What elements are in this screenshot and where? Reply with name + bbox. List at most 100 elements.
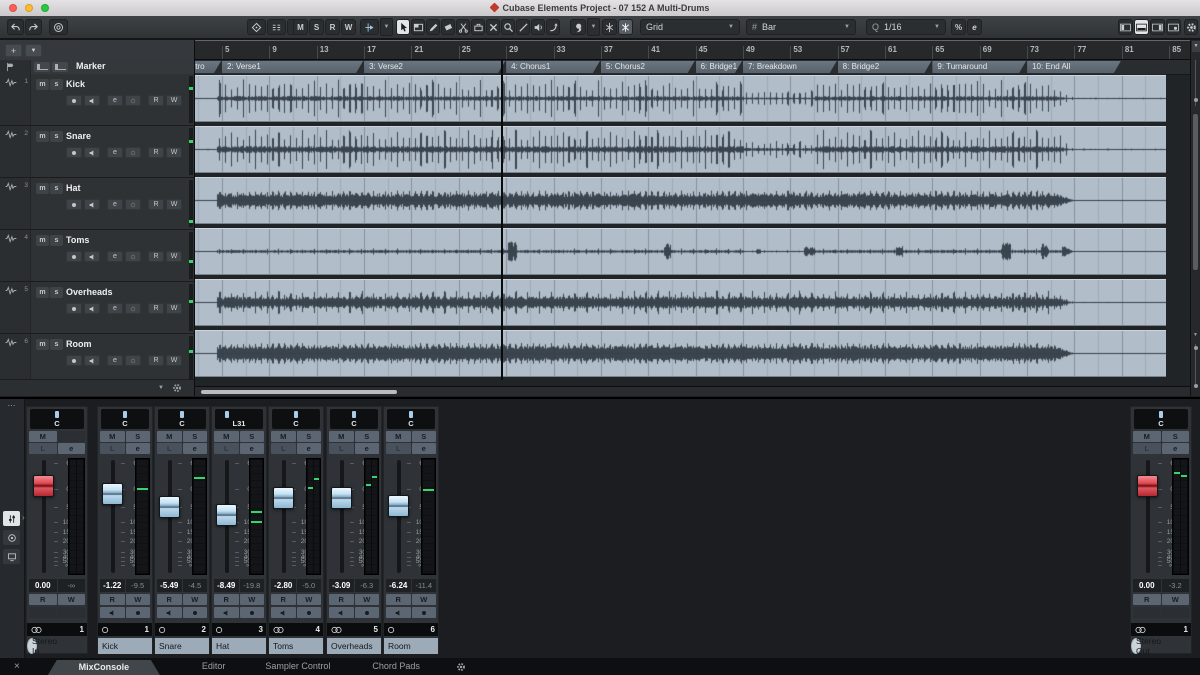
edit-channel-button[interactable]: e (107, 199, 123, 210)
color-tool-button[interactable] (570, 19, 586, 35)
pan-control[interactable]: C (387, 409, 435, 429)
fader-db-value[interactable]: -3.09 (329, 579, 354, 592)
channel-mute-button[interactable]: M (29, 431, 57, 442)
write-automation-button[interactable]: W (166, 355, 182, 366)
channel-name[interactable]: Room (384, 638, 438, 654)
record-enable-button[interactable] (182, 607, 207, 618)
select-tool-button[interactable] (396, 19, 410, 35)
feedback-tool-button[interactable] (546, 19, 560, 35)
track-name[interactable]: Kick (66, 79, 85, 89)
write-automation-button[interactable]: W (166, 147, 182, 158)
freeze-button[interactable] (125, 251, 141, 262)
auto-scroll-options-button[interactable]: ▼ (380, 18, 393, 36)
monitor-button[interactable] (84, 355, 100, 366)
monitor-button[interactable] (84, 147, 100, 158)
color-tool-options-button[interactable]: ▼ (587, 18, 600, 36)
volume-fader-handle[interactable] (159, 496, 180, 519)
channel-solo-button[interactable]: S (411, 431, 436, 442)
monitor-button[interactable] (157, 607, 182, 618)
waveform-zoom-slider[interactable] (1195, 344, 1196, 388)
pan-control[interactable]: C (1134, 409, 1188, 429)
pan-control[interactable]: C (158, 409, 206, 429)
track-mute-button[interactable]: m (36, 235, 49, 246)
channel-mute-button[interactable]: M (214, 431, 239, 442)
read-automation-button[interactable]: R (271, 594, 296, 605)
track-mute-button[interactable]: m (36, 79, 49, 90)
volume-fader-handle[interactable] (331, 486, 352, 509)
record-enable-button[interactable] (411, 607, 436, 618)
edit-channel-button[interactable]: e (1161, 443, 1189, 454)
freeze-button[interactable] (125, 303, 141, 314)
fader-db-value[interactable]: -1.22 (100, 579, 125, 592)
write-automation-button[interactable]: W (182, 594, 207, 605)
edit-channel-button[interactable]: e (411, 443, 436, 454)
track-solo-button[interactable]: s (50, 131, 63, 142)
monitor-button[interactable] (386, 607, 411, 618)
volume-fader-handle[interactable] (102, 483, 123, 506)
listen-button[interactable]: L (29, 443, 57, 454)
monitor-button[interactable] (329, 607, 354, 618)
marker-chip[interactable]: 5: Chorus2 (601, 61, 695, 73)
fader-db-value[interactable]: -8.49 (214, 579, 239, 592)
record-enable-button[interactable] (125, 607, 150, 618)
mixconsole-menu-button[interactable]: ⋯ (0, 401, 24, 410)
listen-button[interactable]: L (386, 443, 411, 454)
channel-name[interactable]: Toms (269, 638, 323, 654)
undo-button[interactable] (7, 19, 24, 35)
tab-editor[interactable]: Editor (202, 658, 226, 675)
channel-solo-button[interactable]: S (239, 431, 264, 442)
read-automation-button[interactable]: R (100, 594, 125, 605)
write-automation-button[interactable]: W (296, 594, 321, 605)
peak-db-value[interactable]: -11.4 (411, 579, 436, 592)
pan-control[interactable]: C (30, 409, 84, 429)
edit-channel-button[interactable]: e (107, 95, 123, 106)
horizontal-scrollbar-handle[interactable] (201, 390, 397, 394)
monitor-button[interactable] (84, 95, 100, 106)
channel-solo-button[interactable]: S (1161, 431, 1189, 442)
write-automation-button[interactable]: W (57, 594, 85, 605)
channel-mute-button[interactable]: M (271, 431, 296, 442)
monitor-button[interactable] (214, 607, 239, 618)
channel-name[interactable]: Stereo In (27, 636, 57, 656)
lower-zone-toggle-button[interactable] (1134, 19, 1149, 35)
rail-monitor-view-button[interactable] (3, 549, 20, 564)
add-marker-button[interactable] (34, 62, 50, 72)
write-automation-button[interactable]: W (166, 95, 182, 106)
left-zone-toggle-button[interactable] (1118, 19, 1133, 35)
listen-button[interactable]: L (329, 443, 354, 454)
track-name[interactable]: Hat (66, 183, 81, 193)
track-solo-button[interactable]: s (50, 339, 63, 350)
channel-name[interactable]: Kick (98, 638, 152, 654)
ruler-options-button[interactable]: ▼ (1192, 41, 1200, 52)
record-enable-button[interactable] (354, 607, 379, 618)
channel-mute-button[interactable]: M (100, 431, 125, 442)
edit-channel-button[interactable]: e (354, 443, 379, 454)
mute-tool-button[interactable] (486, 19, 500, 35)
marker-tag-button[interactable] (247, 19, 266, 35)
read-automation-button[interactable]: R (1133, 594, 1161, 605)
read-automation-button[interactable]: R (329, 594, 354, 605)
peak-db-value[interactable]: -5.0 (296, 579, 321, 592)
fader-db-value[interactable]: 0.00 (29, 579, 57, 592)
volume-fader-handle[interactable] (273, 486, 294, 509)
listen-button[interactable]: L (100, 443, 125, 454)
glue-tool-button[interactable] (471, 19, 485, 35)
fader-db-value[interactable]: -6.24 (386, 579, 411, 592)
horizontal-scrollbar[interactable] (195, 386, 1190, 396)
freeze-button[interactable] (125, 147, 141, 158)
global-read-button[interactable]: R (325, 19, 340, 35)
record-enable-button[interactable] (66, 147, 82, 158)
read-automation-button[interactable]: R (148, 355, 164, 366)
write-automation-button[interactable]: W (239, 594, 264, 605)
pan-control[interactable]: C (101, 409, 149, 429)
channel-name[interactable]: Stereo Out (1131, 636, 1161, 656)
peak-db-value[interactable]: -6.3 (354, 579, 379, 592)
channel-name[interactable]: Hat (212, 638, 266, 654)
track-solo-button[interactable]: s (50, 287, 63, 298)
erase-tool-button[interactable] (441, 19, 455, 35)
peak-db-value[interactable]: -4.5 (182, 579, 207, 592)
monitor-button[interactable] (84, 251, 100, 262)
edit-channel-button[interactable]: e (296, 443, 321, 454)
volume-fader-handle[interactable] (33, 475, 54, 498)
timeline-ruler[interactable]: 5 9 13 17 21 25 29 33 37 41 45 49 53 57 61 65 69 73 77 81 85 (195, 40, 1190, 60)
